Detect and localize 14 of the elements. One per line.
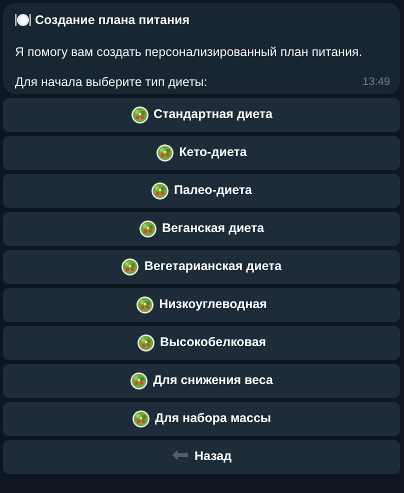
message-text: Для начала выберите тип диеты: (15, 74, 208, 90)
diet-button[interactable]: Для снижения веса (3, 364, 400, 398)
diet-button[interactable]: Веганская диета (3, 212, 400, 246)
message-time: 13:49 (362, 74, 390, 90)
diet-button[interactable]: Вегетарианская диета (3, 250, 400, 284)
diet-button[interactable]: Кето-диета (3, 136, 400, 170)
diet-button[interactable]: Для набора массы (3, 402, 400, 436)
diet-button[interactable]: Высокобелковая (3, 326, 400, 360)
message-text: Я помогу вам создать персонализированный план питания. (15, 44, 364, 60)
back-button[interactable]: Назад (3, 440, 400, 474)
diet-button[interactable]: Палео-диета (3, 174, 400, 208)
diet-button[interactable]: Низкоуглеводная (3, 288, 400, 322)
diet-button[interactable]: Стандартная диета (3, 98, 400, 132)
message-title: Создание плана питания (35, 12, 190, 29)
